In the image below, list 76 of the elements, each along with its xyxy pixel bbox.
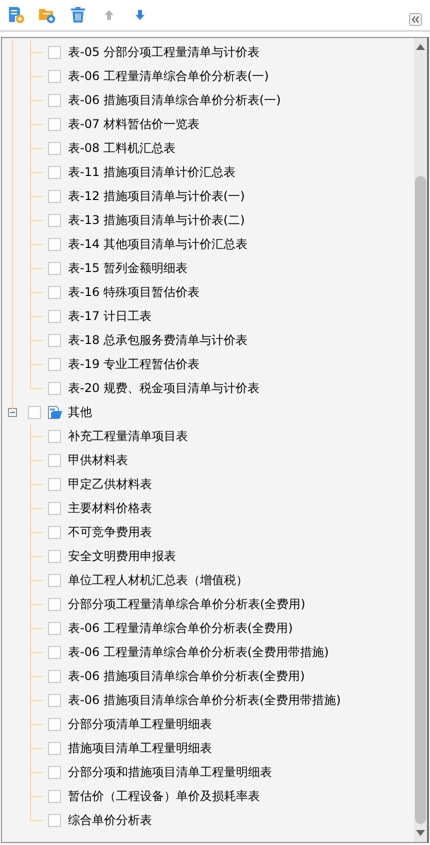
checkbox[interactable] <box>48 286 61 298</box>
checkbox[interactable] <box>48 814 61 826</box>
checkbox[interactable] <box>48 454 61 466</box>
tree-item-label[interactable]: 分部分项工程量清单综合单价分析表(全费用) <box>68 596 306 612</box>
tree-item-label[interactable]: 单位工程人材机汇总表（增值税） <box>68 572 248 588</box>
tree-item-label[interactable]: 表-07 材料暂估价一览表 <box>68 116 200 132</box>
collapse-icon[interactable] <box>409 12 422 26</box>
checkbox[interactable] <box>48 214 61 226</box>
tree-item-label[interactable]: 表-17 计日工表 <box>68 308 152 324</box>
add-folder-icon[interactable] <box>38 6 56 24</box>
checkbox[interactable] <box>48 334 61 346</box>
tree-item-label[interactable]: 表-06 工程量清单综合单价分析表(一) <box>68 68 269 84</box>
tree-item-label[interactable]: 表-20 规费、税金项目清单与计价表 <box>68 380 260 396</box>
checkbox[interactable] <box>48 358 61 370</box>
tree-item-label[interactable]: 分部分项清单工程量明细表 <box>68 716 212 732</box>
tree-item-label[interactable]: 表-18 总承包服务费清单与计价表 <box>68 332 248 348</box>
tree-item-label[interactable]: 表-06 工程量清单综合单价分析表(全费用) <box>68 620 293 636</box>
checkbox[interactable] <box>48 598 61 610</box>
checkbox[interactable] <box>48 382 61 394</box>
checkbox[interactable] <box>48 430 61 442</box>
checkbox[interactable] <box>48 790 61 802</box>
scrollbar-thumb[interactable] <box>415 176 426 824</box>
checkbox[interactable] <box>48 622 61 634</box>
tree-item-label[interactable]: 措施项目清单工程量明细表 <box>68 740 212 756</box>
tree-item-label[interactable]: 表-16 特殊项目暂估价表 <box>68 284 200 300</box>
group-label[interactable]: 其他 <box>68 404 92 420</box>
tree-item-label[interactable]: 表-15 暂列金额明细表 <box>68 260 188 276</box>
checkbox[interactable] <box>48 670 61 682</box>
tree-item-label[interactable]: 甲定乙供材料表 <box>68 476 152 492</box>
tree-item-label[interactable]: 补充工程量清单项目表 <box>68 428 188 444</box>
checkbox[interactable] <box>48 94 61 106</box>
checkbox[interactable] <box>48 694 61 706</box>
delete-icon[interactable] <box>69 6 87 24</box>
tree-item-label[interactable]: 分部分项和措施项目清单工程量明细表 <box>68 764 272 780</box>
tree-item-label[interactable]: 表-06 措施项目清单综合单价分析表(全费用) <box>68 668 305 684</box>
add-document-icon[interactable] <box>7 6 25 24</box>
checkbox[interactable] <box>48 550 61 562</box>
checkbox[interactable] <box>48 310 61 322</box>
tree-item-label[interactable]: 表-05 分部分项工程量清单与计价表 <box>68 44 260 60</box>
tree-item-label[interactable]: 表-06 措施项目清单综合单价分析表(一) <box>68 92 281 108</box>
checkbox[interactable] <box>48 526 61 538</box>
tree-item-label[interactable]: 综合单价分析表 <box>68 812 152 828</box>
scroll-down-icon[interactable] <box>416 830 425 836</box>
tree-item-label[interactable]: 表-12 措施项目清单与计价表(一) <box>68 188 245 204</box>
scroll-up-icon[interactable] <box>416 44 425 50</box>
checkbox[interactable] <box>48 70 61 82</box>
tree-item-label[interactable]: 暂估价（工程设备）单价及损耗率表 <box>68 788 260 804</box>
checkbox[interactable] <box>28 406 41 418</box>
collapse-node-icon[interactable] <box>8 408 17 416</box>
tree-item-label[interactable]: 表-08 工料机汇总表 <box>68 140 176 156</box>
checkbox[interactable] <box>48 478 61 490</box>
tree-item-label[interactable]: 主要材料价格表 <box>68 500 152 516</box>
tree-item-label[interactable]: 表-19 专业工程暂估价表 <box>68 356 200 372</box>
checkbox[interactable] <box>48 190 61 202</box>
tree-item-label[interactable]: 表-06 措施项目清单综合单价分析表(全费用带措施) <box>68 692 341 708</box>
tree-item-label[interactable]: 安全文明费用申报表 <box>68 548 176 564</box>
checkbox[interactable] <box>48 142 61 154</box>
checkbox[interactable] <box>48 766 61 778</box>
tree-item-label[interactable]: 表-11 措施项目清单计价汇总表 <box>68 164 236 180</box>
checkbox[interactable] <box>48 118 61 130</box>
checkbox[interactable] <box>48 718 61 730</box>
folder-icon <box>48 405 62 419</box>
checkbox[interactable] <box>48 46 61 58</box>
checkbox[interactable] <box>48 238 61 250</box>
tree-item-label[interactable]: 不可竞争费用表 <box>68 524 152 540</box>
checkbox[interactable] <box>48 262 61 274</box>
tree-item-label[interactable]: 表-14 其他项目清单与计价汇总表 <box>68 236 248 252</box>
tree-item-label[interactable]: 甲供材料表 <box>68 452 128 468</box>
checkbox[interactable] <box>48 502 61 514</box>
checkbox[interactable] <box>48 166 61 178</box>
checkbox[interactable] <box>48 742 61 754</box>
checkbox[interactable] <box>48 574 61 586</box>
tree-item-label[interactable]: 表-06 工程量清单综合单价分析表(全费用带措施) <box>68 644 329 660</box>
scrollbar[interactable] <box>414 38 427 842</box>
checkbox[interactable] <box>48 646 61 658</box>
tree-item-label[interactable]: 表-13 措施项目清单与计价表(二) <box>68 212 245 228</box>
